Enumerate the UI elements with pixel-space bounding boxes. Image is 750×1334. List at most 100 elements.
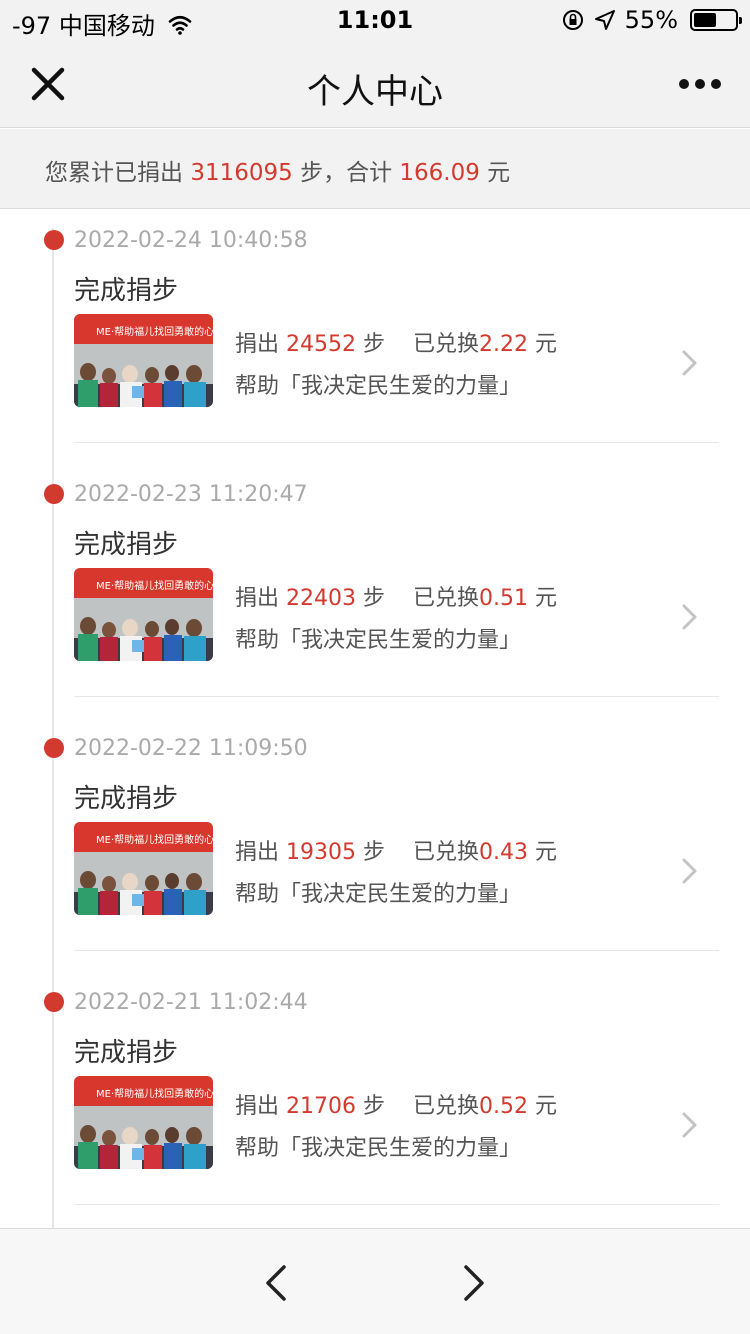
donate-prefix: 捐出 — [235, 586, 280, 611]
status-bar: -97 中国移动 11:01 55% — [0, 0, 750, 40]
record-steps: 21706 — [286, 1094, 357, 1119]
help-prefix: 帮助「 — [235, 1136, 302, 1161]
battery-percent: 55% — [624, 6, 678, 34]
record-time: 2022-02-24 10:40:58 — [74, 228, 308, 253]
record-title: 完成捐步 — [74, 530, 179, 560]
record-donation-line: 捐出 21706 步 已兑换0.52 元 — [235, 1088, 557, 1120]
record-amount: 0.51 — [479, 586, 529, 611]
record-donation-line: 捐出 22403 步 已兑换0.51 元 — [235, 580, 557, 612]
record-item[interactable]: 2022-02-22 11:09:50 完成捐步 ME·帮助福儿找回勇敢的心 捐… — [0, 736, 750, 990]
record-donation-line: 捐出 24552 步 已兑换2.22 元 — [235, 326, 557, 358]
project-thumbnail[interactable]: ME·帮助福儿找回勇敢的心 — [74, 314, 213, 407]
summary-steps: 3116095 — [190, 160, 293, 186]
bottom-toolbar — [0, 1228, 750, 1334]
project-thumbnail[interactable]: ME·帮助福儿找回勇敢的心 — [74, 822, 213, 915]
chevron-right-icon[interactable] — [680, 1110, 700, 1140]
record-title: 完成捐步 — [74, 1038, 179, 1068]
record-time: 2022-02-22 11:09:50 — [74, 736, 308, 761]
steps-unit: 步 — [363, 586, 386, 611]
divider — [74, 1204, 719, 1205]
thumbnail-banner-text: ME·帮助福儿找回勇敢的心 — [74, 1076, 213, 1106]
record-time: 2022-02-23 11:20:47 — [74, 482, 308, 507]
location-icon — [594, 10, 615, 30]
record-item[interactable]: 2022-02-23 11:20:47 完成捐步 ME·帮助福儿找回勇敢的心 捐… — [0, 482, 750, 736]
help-suffix: 」 — [499, 882, 522, 907]
record-amount: 0.43 — [479, 840, 529, 865]
record-steps: 22403 — [286, 586, 357, 611]
page-title: 个人中心 — [307, 72, 443, 112]
donate-prefix: 捐出 — [235, 332, 280, 357]
thumbnail-banner-text: ME·帮助福儿找回勇敢的心 — [74, 822, 213, 852]
record-donation-line: 捐出 19305 步 已兑换0.43 元 — [235, 834, 557, 866]
summary-prefix: 您累计已捐出 — [45, 160, 183, 186]
back-arrow-icon[interactable] — [262, 1263, 290, 1303]
timeline-dot — [44, 484, 64, 504]
record-item[interactable]: 2022-02-24 10:40:58 完成捐步 ME·帮助福儿找回勇敢的心 捐… — [0, 228, 750, 482]
record-project: 我决定民生爱的力量 — [301, 374, 500, 399]
battery-tip — [739, 17, 742, 24]
divider — [74, 696, 719, 697]
timeline-dot — [44, 230, 64, 250]
yuan-unit: 元 — [535, 586, 558, 611]
donate-prefix: 捐出 — [235, 1094, 280, 1119]
steps-unit: 步 — [363, 1094, 386, 1119]
exchanged-label: 已兑换 — [413, 840, 480, 865]
group-photo — [74, 598, 213, 661]
battery-level — [694, 13, 716, 27]
exchanged-label: 已兑换 — [413, 586, 480, 611]
help-prefix: 帮助「 — [235, 374, 302, 399]
group-photo — [74, 852, 213, 915]
record-project-line: 帮助「我决定民生爱的力量」 — [235, 368, 521, 400]
group-photo — [74, 1106, 213, 1169]
chevron-right-icon[interactable] — [680, 856, 700, 886]
record-steps: 24552 — [286, 332, 357, 357]
record-item[interactable]: 2022-02-21 11:02:44 完成捐步 ME·帮助福儿找回勇敢的心 捐… — [0, 990, 750, 1244]
help-prefix: 帮助「 — [235, 882, 302, 907]
help-prefix: 帮助「 — [235, 628, 302, 653]
record-project-line: 帮助「我决定民生爱的力量」 — [235, 622, 521, 654]
timeline-dot — [44, 992, 64, 1012]
summary-amount: 166.09 — [399, 160, 480, 186]
divider — [74, 950, 719, 951]
summary-unit: 元 — [487, 160, 511, 186]
rotation-lock-icon — [562, 10, 583, 30]
record-project: 我决定民生爱的力量 — [301, 882, 500, 907]
chevron-right-icon[interactable] — [680, 602, 700, 632]
help-suffix: 」 — [499, 374, 522, 399]
yuan-unit: 元 — [535, 1094, 558, 1119]
steps-unit: 步 — [363, 332, 386, 357]
record-title: 完成捐步 — [74, 276, 179, 306]
record-steps: 19305 — [286, 840, 357, 865]
exchanged-label: 已兑换 — [413, 332, 480, 357]
chevron-right-icon[interactable] — [680, 348, 700, 378]
record-project-line: 帮助「我决定民生爱的力量」 — [235, 876, 521, 908]
donation-summary: 您累计已捐出 3116095 步，合计 166.09 元 — [0, 129, 750, 209]
help-suffix: 」 — [499, 628, 522, 653]
steps-unit: 步 — [363, 840, 386, 865]
yuan-unit: 元 — [535, 840, 558, 865]
project-thumbnail[interactable]: ME·帮助福儿找回勇敢的心 — [74, 568, 213, 661]
nav-bar: 个人中心 — [0, 40, 750, 128]
group-photo — [74, 344, 213, 407]
more-icon[interactable] — [678, 76, 722, 92]
forward-arrow-icon[interactable] — [460, 1263, 488, 1303]
donate-prefix: 捐出 — [235, 840, 280, 865]
timeline-dot — [44, 738, 64, 758]
thumbnail-banner-text: ME·帮助福儿找回勇敢的心 — [74, 314, 213, 344]
record-amount: 2.22 — [479, 332, 529, 357]
project-thumbnail[interactable]: ME·帮助福儿找回勇敢的心 — [74, 1076, 213, 1169]
help-suffix: 」 — [499, 1136, 522, 1161]
summary-mid: 步，合计 — [300, 160, 393, 186]
record-project-line: 帮助「我决定民生爱的力量」 — [235, 1130, 521, 1162]
divider — [74, 442, 719, 443]
yuan-unit: 元 — [535, 332, 558, 357]
thumbnail-banner-text: ME·帮助福儿找回勇敢的心 — [74, 568, 213, 598]
record-title: 完成捐步 — [74, 784, 179, 814]
record-project: 我决定民生爱的力量 — [301, 628, 500, 653]
record-time: 2022-02-21 11:02:44 — [74, 990, 308, 1015]
record-amount: 0.52 — [479, 1094, 529, 1119]
record-project: 我决定民生爱的力量 — [301, 1136, 500, 1161]
exchanged-label: 已兑换 — [413, 1094, 480, 1119]
battery-icon — [690, 9, 742, 31]
status-right: 55% — [561, 6, 742, 34]
